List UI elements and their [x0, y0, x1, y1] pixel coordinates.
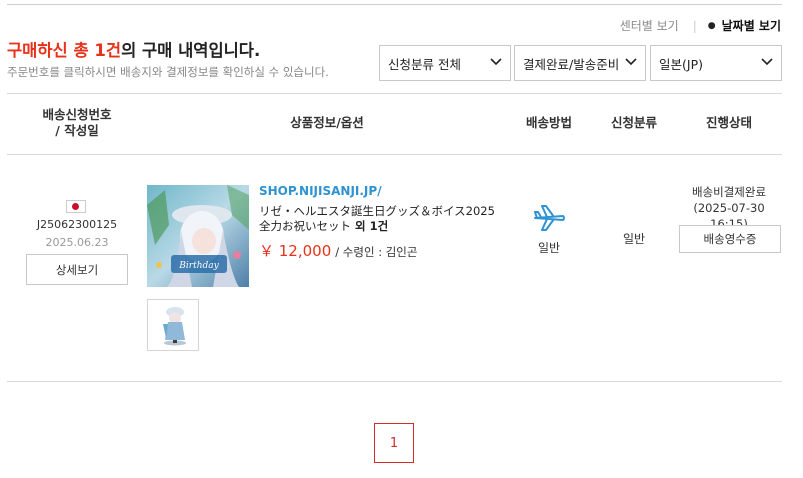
table-bottom-border [7, 381, 782, 382]
header-order-no-line2: / 작성일 [55, 123, 99, 138]
payment-status-filter-select[interactable]: 결제완료/발송준비 [514, 45, 646, 81]
price-line: ￥ 12,000/ 수령인 : 김인곤 [259, 240, 417, 261]
chevron-down-icon [625, 58, 637, 66]
detail-button[interactable]: 상세보기 [26, 254, 128, 285]
airplane-icon [534, 205, 565, 231]
extra-item-count: 외 1건 [355, 219, 389, 233]
receiver: / 수령인 : 김인곤 [335, 245, 418, 259]
purchase-summary-suffix: 의 구매 내역입니다. [121, 41, 261, 60]
svg-text:Birthday: Birthday [178, 261, 219, 271]
view-toggle: 센터별 보기 | ● 날짜별 보기 [620, 17, 781, 34]
request-category: 일반 [622, 232, 646, 246]
category-filter-value: 신청분류 전체 [388, 56, 461, 72]
payment-status-filter-value: 결제완료/발송준비 [523, 56, 620, 72]
chevron-down-icon [490, 58, 502, 66]
header-status: 진행상태 [705, 115, 752, 130]
country-filter-select[interactable]: 일본(JP) [650, 45, 782, 81]
purchase-count: 구매하신 총 1건 [7, 41, 122, 60]
product-image[interactable]: Birthday [147, 185, 249, 287]
header-category: 신청분류 [610, 115, 657, 130]
header-shipping: 배송방법 [525, 115, 572, 130]
category-filter-select[interactable]: 신청분류 전체 [379, 45, 511, 81]
japan-flag-icon [66, 200, 86, 213]
order-number[interactable]: J25062300125 [27, 218, 127, 231]
shop-link[interactable]: SHOP.NIJISANJI.JP/ [259, 184, 382, 198]
center-view-link[interactable]: 센터별 보기 [620, 17, 679, 34]
product-name: リゼ・ヘルエスタ誕生日グッズ＆ボイス2025 全力お祝いセット 외 1건 [259, 204, 509, 234]
product-thumbnail-2[interactable] [147, 299, 199, 351]
active-dot-icon: ● [707, 20, 716, 31]
status-label: 배송비결제완료 [691, 185, 767, 199]
table-header-divider [7, 154, 782, 155]
product-artwork-icon: Birthday [147, 185, 249, 287]
purchase-summary: 구매하신 총 1건의 구매 내역입니다. [7, 37, 260, 61]
toggle-separator: | [692, 18, 697, 33]
header-product: 상품정보/옵션 [290, 115, 364, 130]
chevron-down-icon [761, 58, 773, 66]
country-filter-value: 일본(JP) [659, 56, 703, 72]
header-order-no-line1: 배송신청번호 [42, 107, 112, 122]
shipping-receipt-button[interactable]: 배송영수증 [679, 225, 781, 253]
help-note: 주문번호를 클릭하시면 배송지와 결제정보를 확인하실 수 있습니다. [7, 65, 329, 79]
pagination-page-1[interactable]: 1 [374, 423, 414, 463]
table-top-border [7, 93, 782, 94]
date-view-link[interactable]: 날짜별 보기 [722, 17, 781, 34]
header-order-no: 배송신청번호 / 작성일 [27, 107, 127, 139]
top-divider [7, 4, 782, 5]
order-date: 2025.06.23 [45, 236, 109, 249]
shipping-method: 일반 [537, 241, 561, 255]
price: ￥ 12,000 [259, 242, 332, 260]
acrylic-stand-icon [163, 307, 186, 346]
